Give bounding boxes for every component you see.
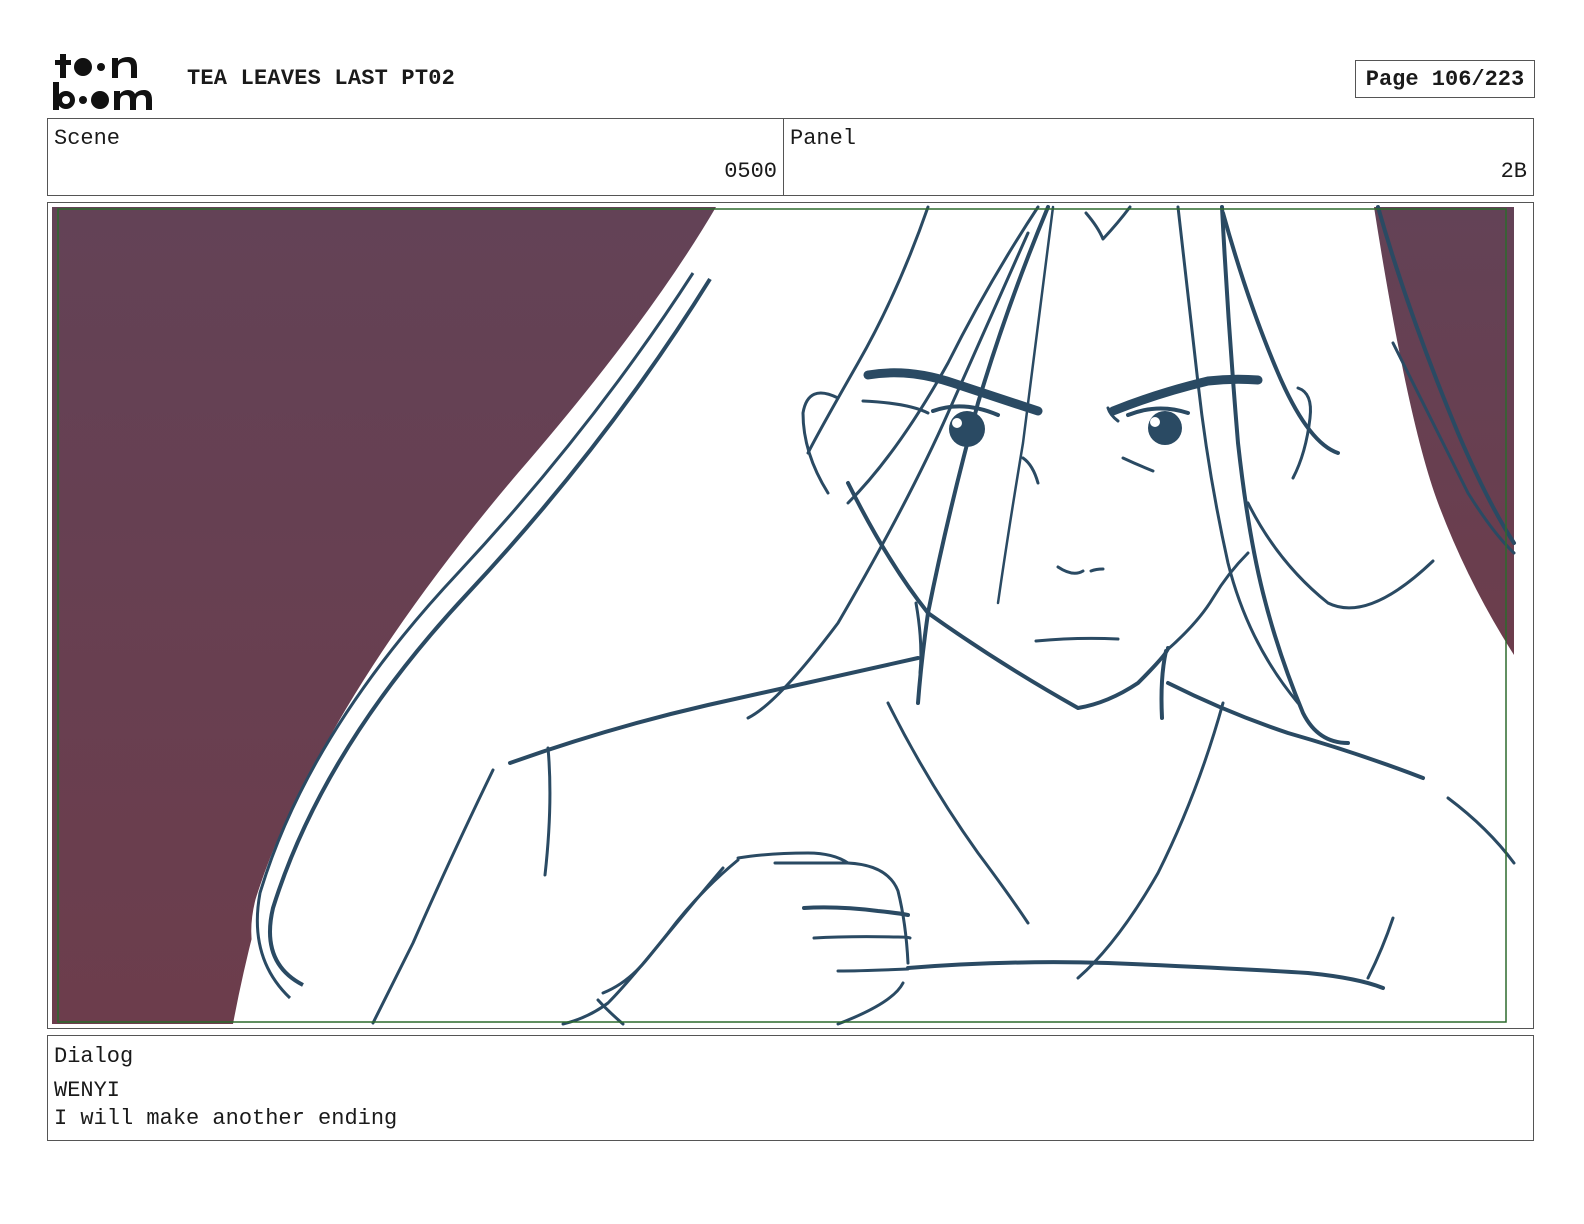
- document-title: TEA LEAVES LAST PT02: [187, 66, 456, 91]
- scene-label: Scene: [54, 126, 121, 151]
- page-indicator: Page 106/223: [1355, 60, 1535, 98]
- panel-number: 2B: [1500, 159, 1527, 184]
- scene-panel-info: Scene 0500 Panel 2B: [47, 118, 1534, 196]
- toon-boom-logo: [53, 54, 152, 110]
- scene-cell: Scene 0500: [48, 119, 784, 195]
- dialog-character: WENYI: [54, 1078, 121, 1103]
- dialog-box: Dialog WENYI I will make another ending: [47, 1035, 1534, 1141]
- scene-number: 0500: [724, 159, 777, 184]
- panel-label: Panel: [790, 126, 857, 151]
- dialog-line: I will make another ending: [54, 1106, 398, 1131]
- storyboard-sketch-image: [48, 203, 1533, 1028]
- dialog-label: Dialog: [54, 1044, 134, 1069]
- panel-cell: Panel 2B: [784, 119, 1533, 195]
- storyboard-frame: [47, 202, 1534, 1029]
